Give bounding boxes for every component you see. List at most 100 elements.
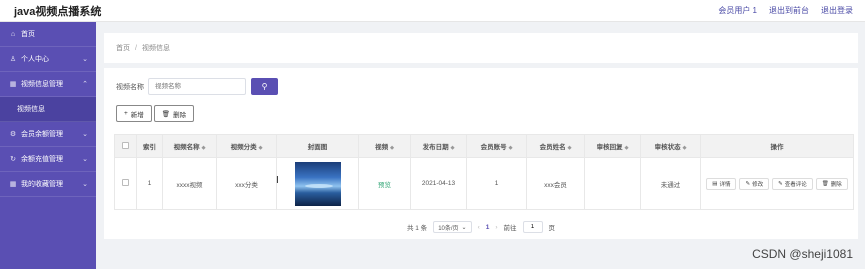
col-label: 索引 bbox=[143, 144, 156, 151]
chevron-down-icon: ⌄ bbox=[82, 181, 88, 188]
search-icon: ⚲ bbox=[261, 82, 268, 91]
sidebar-item-label: 首页 bbox=[21, 31, 35, 38]
refresh-icon: ↻ bbox=[10, 156, 16, 163]
sidebar-item-favorites-management[interactable]: ▦ 我的收藏管理 ⌄ bbox=[0, 172, 96, 197]
col-index: 索引 bbox=[136, 134, 163, 158]
chevron-down-icon: ⌄ bbox=[82, 131, 88, 138]
gear-icon: ⚙ bbox=[9, 131, 17, 138]
current-page[interactable]: 1 bbox=[486, 224, 490, 231]
sidebar-item-balance-management[interactable]: ⚙ 会员余额管理 ⌄ bbox=[0, 122, 96, 147]
detail-button[interactable]: ▤ 详情 bbox=[706, 177, 737, 190]
grid-icon: ▦ bbox=[9, 181, 17, 188]
col-label: 视频名称 bbox=[173, 144, 200, 151]
page-size-select[interactable]: 10条/页 ⌄ bbox=[433, 221, 472, 233]
detail-label: 详情 bbox=[719, 181, 731, 188]
delete-button[interactable]: 🗑 删除 bbox=[153, 105, 195, 122]
col-label: 会员姓名 bbox=[539, 144, 566, 151]
col-operations: 操作 bbox=[700, 134, 854, 158]
col-label: 操作 bbox=[770, 144, 784, 151]
logout-link[interactable]: 退出登录 bbox=[821, 5, 853, 16]
video-table: 索引 视频名称 ◆ 视频分类 ◆ 封面图 视频 ◆ 发布日期 ◆ 会员账号 ◆ 会员姓名 ◆… bbox=[114, 134, 854, 210]
col-label: 审核状态 bbox=[654, 144, 681, 151]
comments-label: 查看评论 bbox=[784, 181, 807, 188]
sort-icon: ◆ bbox=[682, 145, 687, 151]
edit-button[interactable]: ✎ 修改 bbox=[739, 177, 770, 190]
sort-icon: ◆ bbox=[567, 145, 572, 151]
sidebar-item-label: 余额充值管理 bbox=[21, 156, 63, 163]
col-label: 视频分类 bbox=[230, 144, 257, 151]
col-category[interactable]: 视频分类 ◆ bbox=[216, 134, 277, 158]
cell-reply bbox=[584, 157, 641, 210]
sort-icon: ◆ bbox=[624, 145, 629, 151]
breadcrumb-home[interactable]: 首页 bbox=[116, 43, 130, 53]
sidebar-item-label: 我的收藏管理 bbox=[21, 181, 63, 188]
sidebar-item-recharge-management[interactable]: ↻ 余额充值管理 ⌄ bbox=[0, 147, 96, 172]
col-cover: 封面图 bbox=[276, 134, 359, 158]
col-member-name[interactable]: 会员姓名 ◆ bbox=[526, 134, 585, 158]
col-name[interactable]: 视频名称 ◆ bbox=[162, 134, 217, 158]
add-button-label: 新增 bbox=[130, 111, 144, 119]
delete-button-label: 删除 bbox=[173, 111, 187, 119]
current-user-link[interactable]: 会员用户 1 bbox=[718, 5, 757, 16]
row-delete-button[interactable]: 🗑 删除 bbox=[815, 177, 848, 190]
select-all-cell[interactable] bbox=[114, 134, 137, 158]
table-header-row: 索引 视频名称 ◆ 视频分类 ◆ 封面图 视频 ◆ 发布日期 ◆ 会员账号 ◆ 会员姓名 ◆… bbox=[114, 134, 854, 158]
sidebar-item-label: 会员余额管理 bbox=[21, 131, 63, 138]
trash-icon: 🗑 bbox=[821, 180, 829, 187]
plus-icon: + bbox=[124, 110, 128, 117]
row-actions: ▤ 详情 ✎ 修改 ✎ 查看评论 🗑 删除 bbox=[701, 177, 853, 190]
col-reply[interactable]: 审核回复 ◆ bbox=[584, 134, 641, 158]
cell-video: 预览 bbox=[358, 157, 411, 210]
col-label: 审核回复 bbox=[596, 144, 623, 151]
cover-image[interactable] bbox=[294, 161, 341, 206]
search-label: 视频名称 bbox=[116, 83, 144, 91]
main-panel: 视频名称 ⚲ + 新增 🗑 删除 索引 视频名称◆ 视频分类◆ 封面图 视频◆ … bbox=[104, 68, 858, 239]
sidebar-subitem-video-info[interactable]: 视频信息 bbox=[0, 97, 96, 122]
sidebar: ⌂ 首页 ♙ 个人中心 ⌄ ▦ 视频信息管理 ⌃ 视频信息 ⚙ 会员余额管理 ⌄… bbox=[0, 22, 96, 269]
row-select-cell[interactable] bbox=[114, 157, 137, 210]
cell-cover bbox=[276, 157, 359, 210]
col-label: 封面图 bbox=[307, 144, 328, 151]
next-page-icon[interactable]: › bbox=[495, 224, 497, 231]
goto-page-input[interactable] bbox=[522, 221, 543, 233]
cell-operations: ▤ 详情 ✎ 修改 ✎ 查看评论 🗑 删除 bbox=[700, 157, 854, 210]
row-checkbox[interactable] bbox=[122, 179, 129, 186]
video-preview-link[interactable]: 预览 bbox=[378, 182, 391, 189]
col-date[interactable]: 发布日期 ◆ bbox=[410, 134, 467, 158]
search-input[interactable] bbox=[148, 78, 246, 95]
breadcrumb-current: 视频信息 bbox=[141, 45, 170, 52]
home-icon: ⌂ bbox=[10, 30, 16, 38]
user-icon: ♙ bbox=[9, 56, 17, 63]
sidebar-item-profile[interactable]: ♙ 个人中心 ⌄ bbox=[0, 47, 96, 72]
cell-name: xxxx视频 bbox=[162, 157, 217, 210]
search-bar: 视频名称 ⚲ bbox=[116, 78, 278, 95]
chevron-down-icon: ⌄ bbox=[82, 156, 88, 163]
sort-icon: ◆ bbox=[508, 145, 513, 151]
text-cursor-icon: I bbox=[276, 175, 279, 186]
col-status[interactable]: 审核状态 ◆ bbox=[640, 134, 701, 158]
edit-label: 修改 bbox=[752, 181, 764, 188]
sidebar-item-label: 个人中心 bbox=[21, 56, 49, 63]
page-size-value: 10条/页 bbox=[438, 225, 459, 232]
edit-icon: ✎ bbox=[778, 180, 783, 187]
sort-icon: ◆ bbox=[450, 145, 455, 151]
col-video[interactable]: 视频 ◆ bbox=[358, 134, 411, 158]
cell-account: 1 bbox=[466, 157, 527, 210]
search-button[interactable]: ⚲ bbox=[251, 78, 278, 95]
page-unit: 页 bbox=[548, 225, 556, 232]
breadcrumb: 首页 / 视频信息 bbox=[104, 33, 858, 63]
pagination: 共 1 条 10条/页⌄ ‹ 1 › 前往 页 bbox=[104, 221, 858, 233]
back-to-front-link[interactable]: 退出到前台 bbox=[769, 5, 809, 16]
action-buttons: + 新增 🗑 删除 bbox=[116, 105, 195, 122]
cell-index: 1 bbox=[136, 157, 163, 210]
trash-icon: 🗑 bbox=[161, 110, 171, 118]
sidebar-item-video-management[interactable]: ▦ 视频信息管理 ⌃ bbox=[0, 72, 96, 97]
sidebar-item-home[interactable]: ⌂ 首页 bbox=[0, 22, 96, 47]
col-account[interactable]: 会员账号 ◆ bbox=[466, 134, 527, 158]
sidebar-item-label: 视频信息 bbox=[17, 106, 45, 113]
sort-icon: ◆ bbox=[258, 145, 263, 151]
add-button[interactable]: + 新增 bbox=[116, 105, 152, 122]
select-all-checkbox[interactable] bbox=[122, 141, 129, 149]
view-comments-button[interactable]: ✎ 查看评论 bbox=[772, 177, 813, 190]
prev-page-icon[interactable]: ‹ bbox=[478, 224, 480, 231]
